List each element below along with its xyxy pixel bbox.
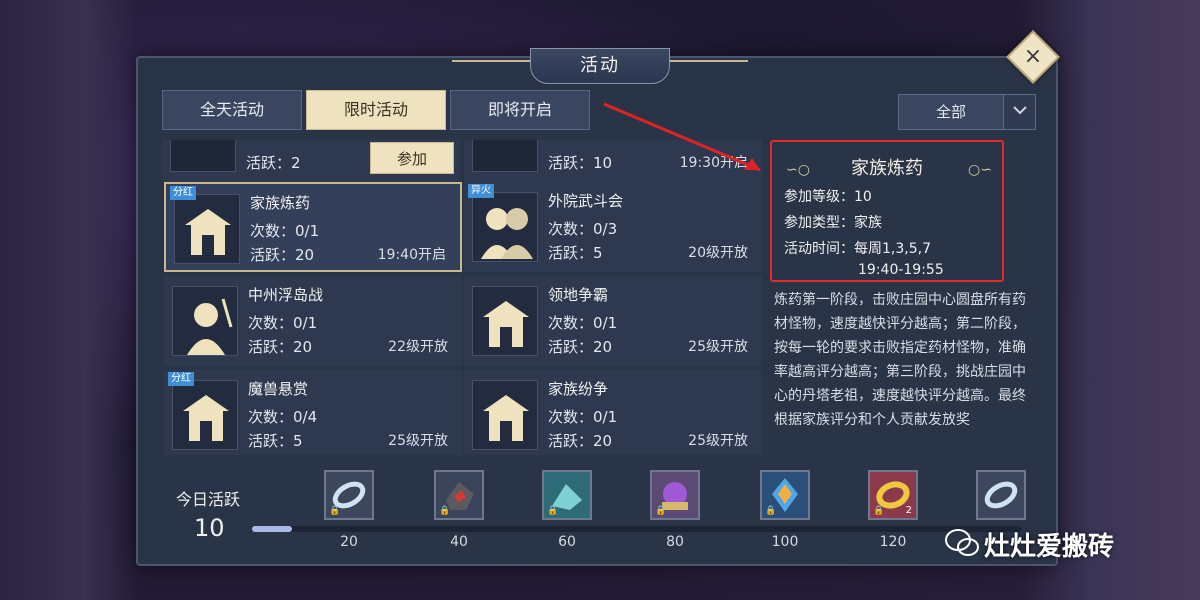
today-activity-label: 今日活跃 — [176, 490, 241, 509]
close-icon: × — [1023, 44, 1043, 69]
activity-active-points: 活跃：5 — [548, 244, 603, 262]
milestone-tick: 100 — [771, 534, 799, 550]
activity-cell-partial-right[interactable]: 活跃：10 19:30开启 — [464, 140, 762, 182]
activity-status: 25级开放 — [388, 433, 448, 449]
pagoda-icon — [170, 140, 236, 172]
pagoda-icon — [472, 286, 538, 356]
pagoda-icon — [472, 140, 538, 172]
activity-name: 中州浮岛战 — [248, 286, 324, 304]
activity-status: 19:40开启 — [377, 247, 446, 263]
activity-count: 次数：0/1 — [548, 314, 618, 332]
tab-all-day[interactable]: 全天活动 — [162, 90, 302, 130]
activity-cell[interactable]: 领地争霸 次数：0/1 活跃：20 25级开放 — [464, 276, 762, 366]
lock-icon: 🔒 — [439, 506, 451, 516]
activity-cell[interactable]: 中州浮岛战 次数：0/1 活跃：20 22级开放 — [164, 276, 462, 366]
warriors-portrait-icon — [472, 192, 538, 262]
reward-chest[interactable]: 🔒 — [434, 470, 484, 520]
activity-count: 次数：0/3 — [548, 220, 618, 238]
activity-count: 次数：0/1 — [248, 314, 318, 332]
activity-name: 家族纷争 — [548, 380, 609, 398]
activity-list: 活跃：2 参加 活跃：10 19:30开启 分红 家族炼药 次数：0/1 活跃：… — [162, 140, 762, 455]
reward-chest[interactable]: 🔒 — [650, 470, 700, 520]
lock-icon: 🔒 — [873, 506, 885, 516]
activity-count: 次数：0/4 — [248, 408, 318, 426]
activity-active-points: 活跃：2 — [246, 154, 301, 172]
activity-active-points: 活跃：5 — [248, 432, 303, 450]
activity-name: 外院武斗会 — [548, 192, 624, 210]
tab-limited-time[interactable]: 限时活动 — [306, 90, 446, 130]
milestone-tick: 80 — [666, 534, 684, 550]
pagoda-icon — [472, 380, 538, 450]
today-activity-value: 10 — [194, 514, 225, 542]
activity-status: 19:30开启 — [679, 155, 748, 171]
background-left — [0, 0, 140, 600]
detail-highlight-box: ∽○ ○∽ 家族炼药 参加等级：10 参加类型：家族 活动时间：每周1,3,5,… — [770, 140, 1004, 282]
activity-progress-fill — [252, 526, 292, 532]
watermark-text: 灶灶爱搬砖 — [984, 532, 1115, 562]
activity-name: 领地争霸 — [548, 286, 609, 304]
reward-chest[interactable] — [976, 470, 1026, 520]
reward-chest[interactable]: 🔒 — [760, 470, 810, 520]
join-button[interactable]: 参加 — [370, 142, 454, 174]
activity-active-points: 活跃：20 — [548, 338, 613, 356]
activity-active-points: 活跃：20 — [548, 432, 613, 450]
reward-chest[interactable]: 🔒 2 — [868, 470, 918, 520]
activity-name: 魔兽悬赏 — [248, 380, 309, 398]
lock-icon: 🔒 — [655, 506, 667, 516]
activity-cell[interactable]: 分红 家族炼药 次数：0/1 活跃：20 19:40开启 — [164, 182, 462, 272]
pagoda-icon — [174, 194, 240, 264]
silver-ring-icon — [984, 481, 1018, 509]
activity-count: 次数：0/1 — [250, 222, 320, 240]
tab-coming-soon[interactable]: 即将开启 — [450, 90, 590, 130]
activity-count: 次数：0/1 — [548, 408, 618, 426]
detail-title: 家族炼药 — [851, 158, 923, 179]
activity-active-points: 活跃：10 — [548, 154, 613, 172]
title-ornament-right — [668, 60, 748, 62]
detail-time: 活动时间：每周1,3,5,7 — [784, 241, 931, 257]
activity-status: 20级开放 — [688, 245, 748, 261]
milestone-tick: 40 — [450, 534, 468, 550]
activity-status: 25级开放 — [688, 339, 748, 355]
reward-chest[interactable]: 🔒 — [324, 470, 374, 520]
filter-selected: 全部 — [935, 103, 966, 121]
chevron-down-icon — [1003, 95, 1035, 129]
activity-detail: ∽○ ○∽ 家族炼药 参加等级：10 参加类型：家族 活动时间：每周1,3,5,… — [770, 140, 1036, 455]
title-ornament-left — [452, 60, 532, 62]
activity-active-points: 活跃：20 — [248, 338, 313, 356]
activity-cell[interactable]: 异火 外院武斗会 次数：0/3 活跃：5 20级开放 — [464, 182, 762, 272]
wechat-icon — [945, 529, 979, 556]
pagoda-icon — [172, 380, 238, 450]
tag-badge: 分红 — [168, 372, 194, 386]
detail-level: 参加等级：10 — [784, 189, 872, 205]
milestone-tick: 60 — [558, 534, 576, 550]
tag-badge: 异火 — [468, 184, 494, 198]
activity-name: 家族炼药 — [250, 194, 311, 212]
activity-status: 25级开放 — [688, 433, 748, 449]
milestone-tick: 20 — [340, 534, 358, 550]
lock-icon: 🔒 — [329, 506, 341, 516]
detail-time-range: 19:40-19:55 — [858, 262, 944, 278]
activity-cell[interactable]: 家族纷争 次数：0/1 活跃：20 25级开放 — [464, 370, 762, 455]
tag-badge: 分红 — [170, 186, 196, 200]
activity-active-points: 活跃：20 — [250, 246, 315, 264]
swordswoman-portrait-icon — [172, 286, 238, 356]
reward-chest[interactable]: 🔒 — [542, 470, 592, 520]
milestone-tick: 120 — [879, 534, 907, 550]
detail-description: 炼药第一阶段，击败庄园中心圆盘所有药材怪物，速度越快评分越高；第二阶段，按每一轮… — [774, 292, 1026, 428]
filter-dropdown[interactable]: 全部 — [898, 94, 1036, 130]
detail-type: 参加类型：家族 — [784, 215, 882, 231]
activity-progress-bar — [252, 526, 1022, 532]
lock-icon: 🔒 — [547, 506, 559, 516]
lock-icon: 🔒 — [765, 506, 777, 516]
activity-status: 22级开放 — [388, 339, 448, 355]
window-title: 活动 — [530, 48, 670, 84]
reward-quantity: 2 — [905, 505, 912, 516]
activity-cell[interactable]: 分红 魔兽悬赏 次数：0/4 活跃：5 25级开放 — [164, 370, 462, 455]
